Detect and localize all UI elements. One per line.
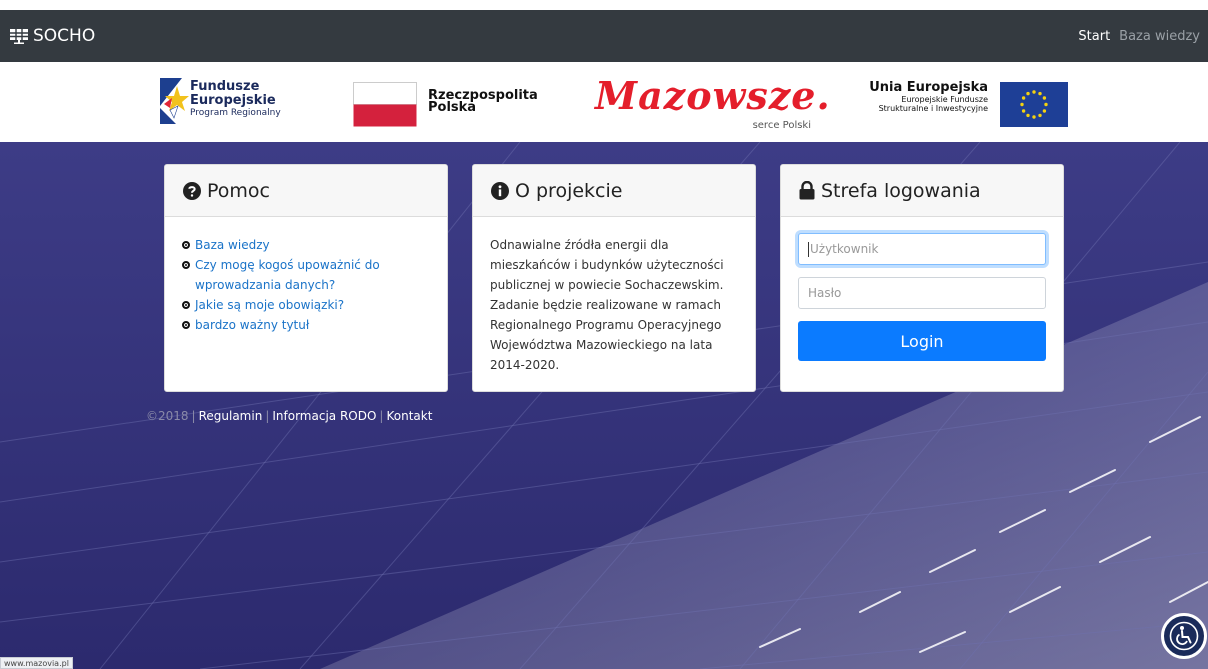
help-card-title: Pomoc: [207, 179, 270, 202]
help-card-header: Pomoc: [165, 165, 447, 217]
top-navbar: SOCHO Start Baza wiedzy: [0, 10, 1208, 62]
status-bar-url: www.mazovia.pl: [0, 657, 73, 669]
help-card: Pomoc Baza wiedzy Czy mogę kogoś upoważn…: [164, 164, 448, 392]
brand-link[interactable]: SOCHO: [9, 26, 95, 46]
dot-circle-icon: [182, 261, 190, 269]
login-card-title: Strefa logowania: [821, 179, 981, 202]
partner-logos: Fundusze Europejskie Program Regionalny …: [0, 62, 1208, 142]
fundusze-line1: Fundusze: [190, 79, 260, 94]
project-description: Odnawialne źródła energii dla mieszkańcó…: [490, 238, 724, 372]
login-card-header: Strefa logowania: [781, 165, 1063, 217]
fundusze-europejskie-logo: Fundusze Europejskie Program Regionalny: [158, 62, 318, 142]
list-item: Baza wiedzy: [182, 235, 430, 255]
rzeczpospolita-line2: Polska: [428, 100, 477, 115]
footer-link-kontakt[interactable]: Kontakt: [386, 409, 432, 423]
info-circle-icon: [491, 181, 509, 200]
help-link-obowiazki[interactable]: Jakie są moje obowiązki?: [195, 295, 344, 315]
nav-link-start[interactable]: Start: [1078, 29, 1110, 44]
footer-separator: |: [265, 409, 270, 423]
rzeczpospolita-polska-logo: Rzeczpospolita Polska: [353, 62, 543, 142]
unia-line3: Strukturalne i Inwestycyjne: [878, 104, 988, 113]
fundusze-line2: Europejskie: [190, 93, 276, 108]
password-placeholder: Hasło: [808, 286, 842, 300]
help-link-list: Baza wiedzy Czy mogę kogoś upoważnić do …: [182, 235, 430, 335]
list-item: bardzo ważny tytuł: [182, 315, 430, 335]
help-link-upowaznienie[interactable]: Czy mogę kogoś upoważnić do wprowadzania…: [195, 255, 430, 295]
dot-circle-icon: [182, 301, 190, 309]
eu-flag-icon: [1000, 82, 1068, 127]
brand-name: SOCHO: [33, 26, 96, 46]
username-input[interactable]: Użytkownik: [798, 233, 1046, 265]
dot-circle-icon: [182, 321, 190, 329]
wheelchair-accessibility-icon: [1169, 621, 1199, 651]
accessibility-button[interactable]: [1161, 613, 1207, 659]
login-card: Strefa logowania Użytkownik Hasło Login: [780, 164, 1064, 392]
fundusze-star-icon: [160, 78, 189, 124]
dot-circle-icon: [182, 241, 190, 249]
footer-link-regulamin[interactable]: Regulamin: [199, 409, 263, 423]
mazowsze-logo: Mazowsze. serce Polski: [595, 73, 831, 142]
footer-links: ©2018 | Regulamin | Informacja RODO | Kontakt: [146, 409, 432, 423]
nav-links: Start Baza wiedzy: [1069, 29, 1200, 44]
footer-separator: |: [379, 409, 384, 423]
project-card-header: O projekcie: [473, 165, 755, 217]
unia-line1: Unia Europejska: [869, 80, 988, 95]
hero-section: Pomoc Baza wiedzy Czy mogę kogoś upoważn…: [0, 142, 1208, 669]
footer-link-rodo[interactable]: Informacja RODO: [272, 409, 376, 423]
footer-separator: |: [191, 409, 196, 423]
help-link-baza-wiedzy[interactable]: Baza wiedzy: [195, 235, 270, 255]
project-card: O projekcie Odnawialne źródła energii dl…: [472, 164, 756, 392]
lock-icon: [799, 181, 815, 200]
help-link-wazny-tytul[interactable]: bardzo ważny tytuł: [195, 315, 309, 335]
login-button[interactable]: Login: [798, 321, 1046, 361]
list-item: Jakie są moje obowiązki?: [182, 295, 430, 315]
unia-line2: Europejskie Fundusze: [901, 95, 988, 104]
unia-europejska-logo: Unia Europejska Europejskie Fundusze Str…: [850, 62, 1068, 142]
nav-link-baza-wiedzy[interactable]: Baza wiedzy: [1119, 29, 1200, 44]
username-placeholder: Użytkownik: [810, 242, 879, 256]
solar-panel-icon: [10, 29, 28, 44]
question-circle-icon: [183, 181, 201, 200]
mazowsze-tagline: serce Polski: [752, 120, 811, 131]
project-card-title: O projekcie: [515, 179, 623, 202]
polish-flag-icon: [353, 82, 417, 127]
mazowsze-wordmark: Mazowsze.: [595, 73, 831, 118]
copyright-text: ©2018: [146, 409, 189, 423]
fundusze-line3: Program Regionalny: [190, 108, 281, 118]
list-item: Czy mogę kogoś upoważnić do wprowadzania…: [182, 255, 430, 295]
password-input[interactable]: Hasło: [798, 277, 1046, 309]
